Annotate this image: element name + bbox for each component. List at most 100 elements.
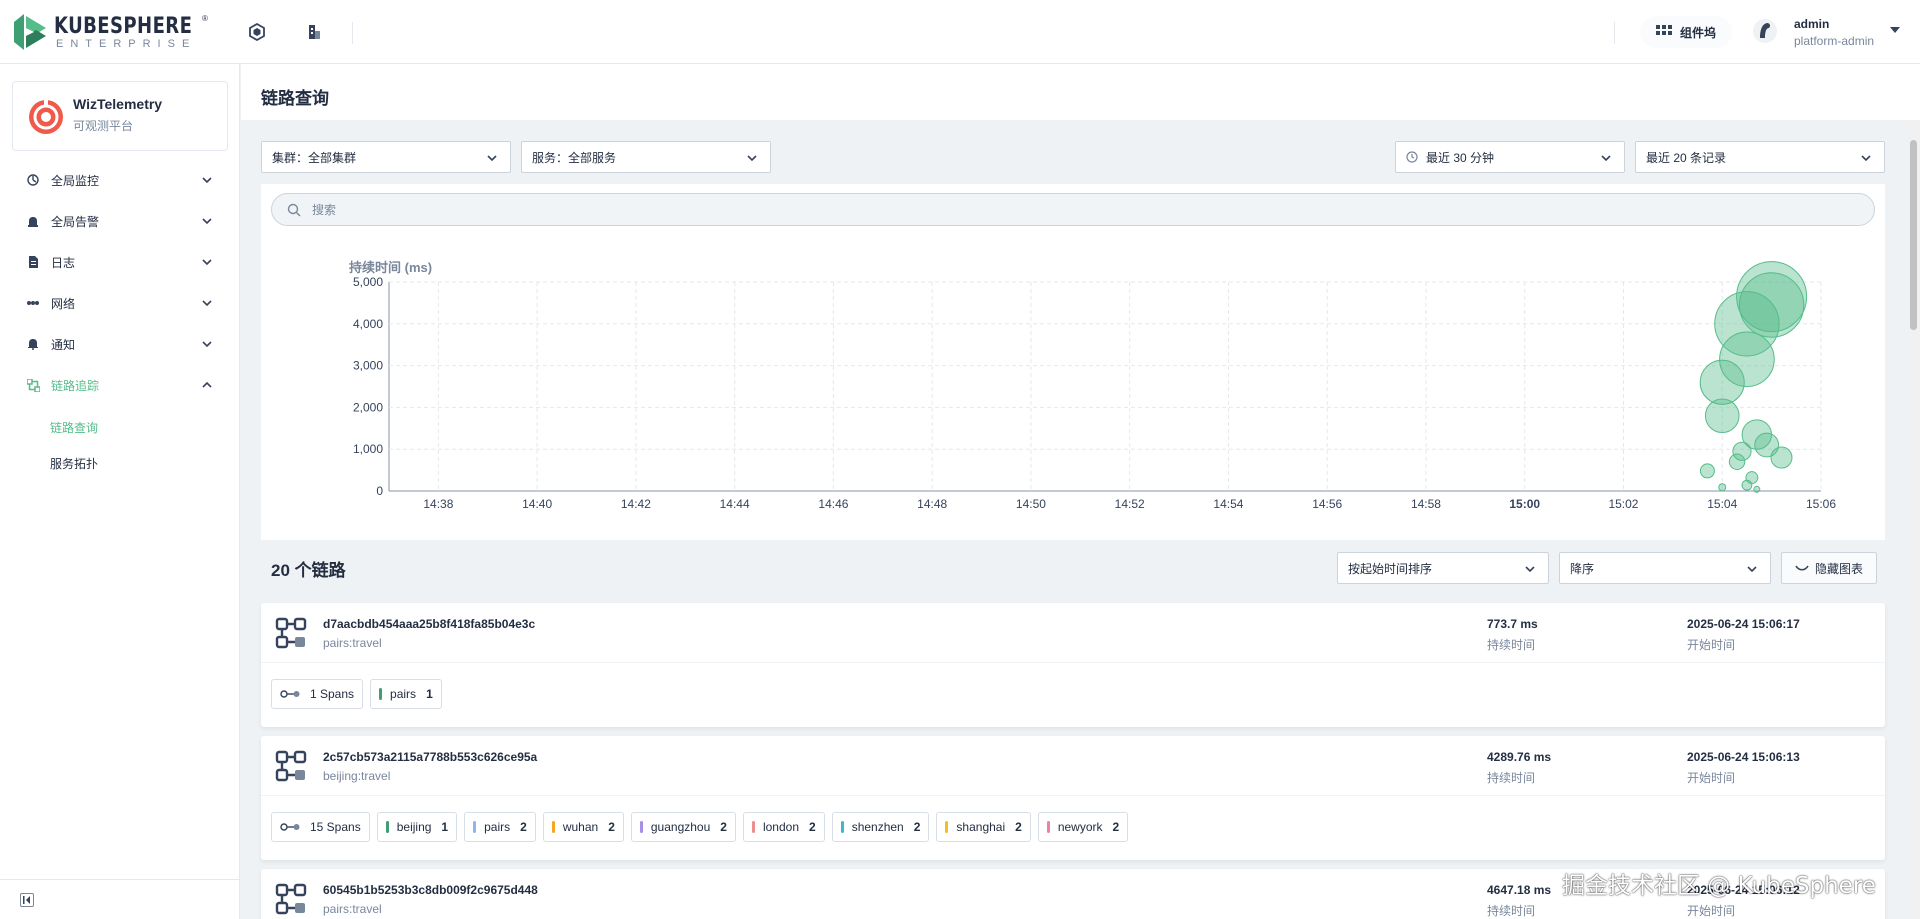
sidebar-subitem-service-topology[interactable]: 服务拓扑: [50, 455, 98, 472]
service-tag-count: 2: [608, 820, 615, 834]
chart-x-tick-label: 15:00: [1509, 497, 1540, 511]
sidebar-item-label: 日志: [51, 255, 76, 270]
chart-x-tick-label: 14:54: [1213, 497, 1243, 511]
collapse-sidebar-button[interactable]: [20, 893, 34, 907]
service-tag-count: 2: [520, 820, 527, 834]
service-tag[interactable]: pairs 2: [464, 812, 536, 842]
chart-x-tick-label: 15:04: [1707, 497, 1737, 511]
chart-x-tick-label: 14:50: [1016, 497, 1046, 511]
chevron-up-icon: [202, 381, 212, 388]
chart-y-tick-label: 0: [376, 484, 383, 498]
bell-icon: [26, 337, 40, 351]
divider: [0, 879, 240, 880]
trace-card[interactable]: 2c57cb573a2115a7788b553c626ce95a beijing…: [261, 736, 1885, 860]
service-tag-name: beijing: [396, 820, 432, 834]
sidebar-item-tracing[interactable]: 链路追踪: [0, 367, 240, 403]
trace-id: 2c57cb573a2115a7788b553c626ce95a: [323, 750, 538, 764]
chart-x-tick-label: 14:46: [818, 497, 848, 511]
service-tag[interactable]: pairs 1: [370, 679, 442, 709]
user-name: admin: [1794, 17, 1830, 31]
chart-x-tick-label: 15:06: [1806, 497, 1836, 511]
spans-tag[interactable]: 15 Spans: [271, 812, 370, 842]
trace-start-label: 开始时间: [1687, 638, 1736, 652]
trace-duration: 4289.76 ms: [1487, 750, 1552, 764]
chart-x-tick-label: 14:38: [423, 497, 453, 511]
top-bar: KUBESPHERE ® ENTERPRISE 组件坞 admin platfo…: [0, 0, 1920, 64]
service-tag-count: 2: [1112, 820, 1120, 834]
cluster-select[interactable]: 集群：全部集群: [261, 141, 511, 173]
watermark: 掘金技术社区 @ KubeSphere: [1562, 873, 1876, 899]
appstore-button[interactable]: 组件坞: [1640, 16, 1733, 48]
scrollbar-thumb[interactable]: [1910, 140, 1917, 330]
sidebar-item-global-alerting[interactable]: 全局告警: [0, 203, 240, 239]
hide-chart-button[interactable]: 隐藏图表: [1781, 552, 1877, 584]
service-tag-name: pairs: [390, 687, 417, 701]
app-card[interactable]: WizTelemetry 可观测平台: [12, 81, 228, 151]
service-color-bar: [945, 821, 949, 833]
service-tag[interactable]: shenzhen 2: [831, 812, 930, 842]
sidebar-item-notification[interactable]: 通知: [0, 326, 240, 362]
search-bar[interactable]: [271, 193, 1875, 226]
trace-duration-label: 持续时间: [1487, 638, 1536, 652]
sidebar-item-network[interactable]: 网络: [0, 285, 240, 321]
workspace-icon[interactable]: [302, 20, 326, 44]
service-tag[interactable]: wuhan 2: [542, 812, 624, 842]
chart-x-tick-label: 14:58: [1411, 497, 1441, 511]
divider: [352, 22, 353, 44]
trace-tags: 15 Spans beijing 1 pairs 2 wuhan 2 guangzho…: [271, 812, 1129, 842]
search-input[interactable]: [312, 201, 1812, 219]
service-tag[interactable]: shanghai 2: [936, 812, 1031, 842]
chart-point: [1704, 398, 1740, 434]
limit-select[interactable]: 最近 20 条记录: [1635, 141, 1885, 173]
duration-scatter-chart[interactable]: 持续时间 (ms) 0 1,000 2,000 3,000 4,000 5,000 14:…: [261, 240, 1885, 540]
appstore-label: 组件坞: [1680, 25, 1717, 40]
sidebar-item-global-monitoring[interactable]: 全局监控: [0, 162, 240, 198]
kubesphere-logo[interactable]: KUBESPHERE ® ENTERPRISE: [14, 12, 208, 52]
user-role: platform-admin: [1794, 34, 1875, 48]
sidebar-item-label: 全局监控: [51, 173, 100, 188]
chevron-down-icon: [1601, 155, 1611, 162]
spans-count: 1 Spans: [310, 687, 355, 701]
service-tag-count: 2: [809, 820, 816, 834]
service-color-bar: [840, 821, 844, 833]
chart-y-tick-label: 1,000: [353, 442, 383, 456]
service-color-bar: [385, 821, 389, 833]
service-tag[interactable]: guangzhou 2: [630, 812, 736, 842]
chart-x-tick-label: 15:02: [1608, 497, 1638, 511]
service-color-bar: [379, 688, 383, 700]
order-select[interactable]: 降序: [1559, 552, 1771, 584]
sidebar-subitem-trace-query[interactable]: 链路查询: [50, 419, 98, 436]
cluster-icon[interactable]: [245, 20, 269, 44]
monitoring-icon: [26, 173, 40, 187]
user-menu[interactable]: admin platform-admin: [1752, 14, 1912, 50]
chart-point: [1699, 359, 1745, 405]
chevron-down-icon: [747, 155, 757, 162]
chart-x-tick-label: 14:48: [917, 497, 947, 511]
brand-registered: ®: [202, 14, 208, 23]
time-range-select[interactable]: 最近 30 分钟: [1395, 141, 1625, 173]
service-tag-name: shanghai: [956, 820, 1006, 834]
sort-by-select[interactable]: 按起始时间排序: [1337, 552, 1549, 584]
service-tag[interactable]: newyork 2: [1037, 812, 1129, 842]
service-tag[interactable]: london 2: [742, 812, 825, 842]
trace-id: d7aacbdb454aaa25b8f418fa85b04e3c: [323, 617, 536, 631]
page-header: 链路查询: [241, 64, 1920, 120]
sidebar-item-logs[interactable]: 日志: [0, 244, 240, 280]
service-color-bar: [473, 821, 477, 833]
page-scrollbar[interactable]: [1907, 120, 1920, 919]
chevron-down-icon: [1525, 566, 1535, 573]
sidebar-item-label: 全局告警: [51, 214, 100, 229]
service-tag-count: 2: [720, 820, 727, 834]
service-select[interactable]: 服务：全部服务: [521, 141, 771, 173]
chevron-down-icon: [202, 259, 212, 266]
service-color-bar: [1046, 821, 1050, 833]
trace-card[interactable]: d7aacbdb454aaa25b8f418fa85b04e3c pairs:t…: [261, 603, 1885, 727]
chart-x-ticks: 14:38 14:40 14:42 14:44 14:46 14:48 14:50 14:52…: [423, 497, 1836, 511]
trace-start-time: 2025-06-24 15:06:13: [1687, 750, 1800, 764]
spans-tag[interactable]: 1 Spans: [271, 679, 364, 709]
service-tag[interactable]: beijing 1: [376, 812, 458, 842]
service-color-bar: [751, 821, 755, 833]
trace-duration-label: 持续时间: [1487, 904, 1536, 918]
chart-y-tick-label: 5,000: [353, 275, 383, 289]
sort-by-value: 按起始时间排序: [1348, 561, 1433, 576]
